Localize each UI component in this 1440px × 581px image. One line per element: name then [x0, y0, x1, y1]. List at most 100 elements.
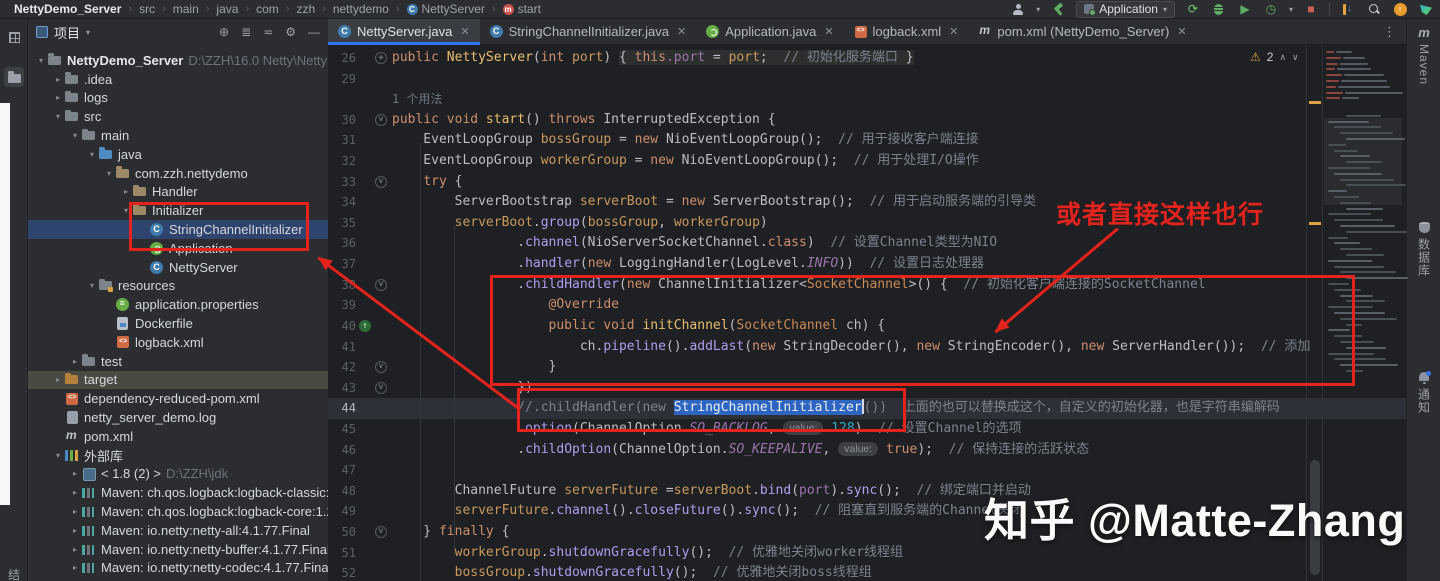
tree-item-Maven-io.netty-netty-all-4.1.77.Final[interactable]: ▸Maven: io.netty:netty-all:4.1.77.Final [28, 521, 328, 540]
tree-item-logback.xml[interactable]: logback.xml [28, 333, 328, 352]
tree-item-Maven-io.netty-netty-buffer-4.1.77.Final[interactable]: ▸Maven: io.netty:netty-buffer:4.1.77.Fin… [28, 540, 328, 559]
tree-item-Handler[interactable]: ▸Handler [28, 183, 328, 202]
tree-item-dependency-reduced-pom.xml[interactable]: dependency-reduced-pom.xml [28, 389, 328, 408]
breadcrumb-item[interactable]: NettyDemo_Server [14, 2, 121, 16]
tree-item-java[interactable]: ▾java [28, 145, 328, 164]
tree-item-NettyDemo-Server[interactable]: ▾NettyDemo_Server D:\ZZH\16.0 Netty\Nett… [28, 51, 328, 70]
code-line-48[interactable]: 48 ChannelFuture serverFuture =serverBoo… [328, 481, 1406, 502]
locate-icon[interactable]: ⊕ [219, 25, 229, 39]
chevron-icon[interactable]: ▸ [68, 469, 82, 478]
breadcrumb-item[interactable]: java [216, 2, 238, 16]
chevron-icon[interactable]: ▸ [68, 357, 82, 366]
prev-warning-icon[interactable]: ∧ [1279, 52, 1286, 63]
tree-item-Maven-ch.qos.logback-logback-classic-1.2.11[interactable]: ▸Maven: ch.qos.logback:logback-classic:1… [28, 483, 328, 502]
update-button[interactable]: ↑ [1392, 1, 1408, 17]
code-line-43[interactable]: 43˅ }) [328, 378, 1406, 399]
code-line-35[interactable]: 35 serverBoot.group(bossGroup, workerGro… [328, 213, 1406, 234]
tree-item-.idea[interactable]: ▸.idea [28, 70, 328, 89]
code-line-29[interactable]: 29 [328, 69, 1406, 90]
close-icon[interactable]: ✕ [677, 25, 686, 38]
debug-button[interactable] [1211, 1, 1227, 17]
tree-item-netty-server-demo.log[interactable]: netty_server_demo.log [28, 408, 328, 427]
tree-item-target[interactable]: ▸target [28, 371, 328, 390]
tree-item-StringChannelInitializer[interactable]: StringChannelInitializer [28, 220, 328, 239]
next-warning-icon[interactable]: ∨ [1292, 52, 1299, 63]
close-icon[interactable]: ✕ [949, 25, 958, 38]
close-icon[interactable]: ✕ [460, 25, 469, 38]
run-button[interactable]: ⟳ [1185, 1, 1201, 17]
code-line-52[interactable]: 52 bossGroup.shutdownGracefully(); // 优雅… [328, 563, 1406, 581]
code-line-46[interactable]: 46 .childOption(ChannelOption.SO_KEEPALI… [328, 440, 1406, 461]
breadcrumb-item[interactable]: nettydemo [333, 2, 389, 16]
user-icon[interactable] [1010, 1, 1026, 17]
breadcrumb[interactable]: NettyDemo_Server›src›main›java›com›zzh›n… [14, 2, 541, 16]
tab-application-java[interactable]: Application.java✕ [696, 19, 843, 44]
maven-tool-button[interactable]: m Maven [1407, 25, 1440, 85]
code-line-34[interactable]: 34 ServerBootstrap serverBoot = new Serv… [328, 192, 1406, 213]
chevron-icon[interactable]: ▸ [68, 488, 82, 497]
fold-icon[interactable]: + [375, 52, 387, 64]
code-line-51[interactable]: 51 workerGroup.shutdownGracefully(); // … [328, 543, 1406, 564]
profiler-button[interactable]: ◷ [1263, 1, 1279, 17]
tree-item-NettyServer[interactable]: NettyServer [28, 258, 328, 277]
expand-all-icon[interactable]: ≣ [241, 25, 251, 39]
structure-tool-button[interactable]: 结 [8, 566, 20, 581]
collapse-all-icon[interactable]: ≂ [263, 25, 273, 39]
breadcrumb-item[interactable]: zzh [296, 2, 315, 16]
code-line-30[interactable]: 30˅public void start() throws Interrupte… [328, 110, 1406, 131]
chevron-icon[interactable]: ▾ [51, 112, 65, 121]
tree-item-logs[interactable]: ▸logs [28, 89, 328, 108]
tab-stringchannelinitializer-java[interactable]: StringChannelInitializer.java✕ [480, 19, 697, 44]
chevron-icon[interactable]: ▾ [68, 131, 82, 140]
project-tool-button[interactable] [4, 67, 24, 87]
fold-icon[interactable]: ˅ [375, 382, 387, 394]
fold-icon[interactable]: ˅ [375, 114, 387, 126]
editor-minimap[interactable] [1324, 45, 1402, 390]
chevron-icon[interactable]: ▾ [119, 206, 133, 215]
search-everywhere-button[interactable] [1366, 1, 1382, 17]
breadcrumb-item[interactable]: CNettyServer [407, 2, 485, 16]
chevron-icon[interactable]: ▸ [68, 545, 82, 554]
fold-icon[interactable]: ˅ [375, 526, 387, 538]
chevron-icon[interactable]: ▾ [102, 169, 116, 178]
database-tool-button[interactable]: 数据库 [1407, 222, 1440, 277]
tree-item-Maven-ch.qos.logback-logback-core-1.2.11[interactable]: ▸Maven: ch.qos.logback:logback-core:1.2.… [28, 502, 328, 521]
code-line-26[interactable]: 26+public NettyServer(int port) { this.p… [328, 48, 1406, 69]
code-line-38[interactable]: 38˅ .childHandler(new ChannelInitializer… [328, 275, 1406, 296]
notifications-tool-button[interactable]: 通知 [1407, 372, 1440, 414]
tab-pom-xml-nettydemo-server-[interactable]: pom.xml (NettyDemo_Server)✕ [968, 19, 1196, 44]
tree-item-com.zzh.nettydemo[interactable]: ▾com.zzh.nettydemo [28, 164, 328, 183]
chevron-icon[interactable]: ▸ [51, 75, 65, 84]
plugin-icon[interactable] [1340, 1, 1356, 17]
tree-item-Initializer[interactable]: ▾Initializer [28, 201, 328, 220]
tree-item-src[interactable]: ▾src [28, 107, 328, 126]
tree-item-application.properties[interactable]: application.properties [28, 295, 328, 314]
tree-item-resources[interactable]: ▾resources [28, 277, 328, 296]
tree-item-pom.xml[interactable]: pom.xml [28, 427, 328, 446]
code-line-32[interactable]: 32 EventLoopGroup workerGroup = new NioE… [328, 151, 1406, 172]
stop-button[interactable]: ■ [1303, 1, 1319, 17]
breadcrumb-item[interactable]: com [256, 2, 279, 16]
warning-stripe-mark[interactable] [1309, 101, 1321, 104]
fold-icon[interactable]: ˅ [375, 361, 387, 373]
code-line-41[interactable]: 41 ch.pipeline().addLast(new StringDecod… [328, 337, 1406, 358]
build-hammer-icon[interactable] [1050, 1, 1066, 17]
code-line-44[interactable]: 44 //.childHandler(new StringChannelInit… [328, 398, 1406, 419]
chevron-icon[interactable]: ▸ [51, 375, 65, 384]
chevron-icon[interactable]: ▾ [85, 150, 99, 159]
breadcrumb-item[interactable]: mstart [503, 2, 541, 16]
editor-scrollbar[interactable] [1306, 45, 1323, 581]
chevron-icon[interactable]: ▸ [68, 526, 82, 535]
code-line-31[interactable]: 31 EventLoopGroup bossGroup = new NioEve… [328, 130, 1406, 151]
code-line-39[interactable]: 39 @Override [328, 295, 1406, 316]
code-line-33[interactable]: 33˅ try { [328, 172, 1406, 193]
hide-panel-icon[interactable]: — [308, 25, 320, 39]
scrollbar-thumb[interactable] [1310, 460, 1320, 575]
breadcrumb-item[interactable]: src [139, 2, 155, 16]
tab-logback-xml[interactable]: logback.xml✕ [844, 19, 969, 44]
tree-item-main[interactable]: ▾main [28, 126, 328, 145]
chevron-icon[interactable]: ▸ [51, 93, 65, 102]
tree-item-Maven-io.netty-netty-codec-4.1.77.Final[interactable]: ▸Maven: io.netty:netty-codec:4.1.77.Fina… [28, 559, 328, 578]
window-grid-icon[interactable] [4, 27, 24, 47]
project-tab[interactable]: 项目 ▾ [36, 23, 90, 42]
